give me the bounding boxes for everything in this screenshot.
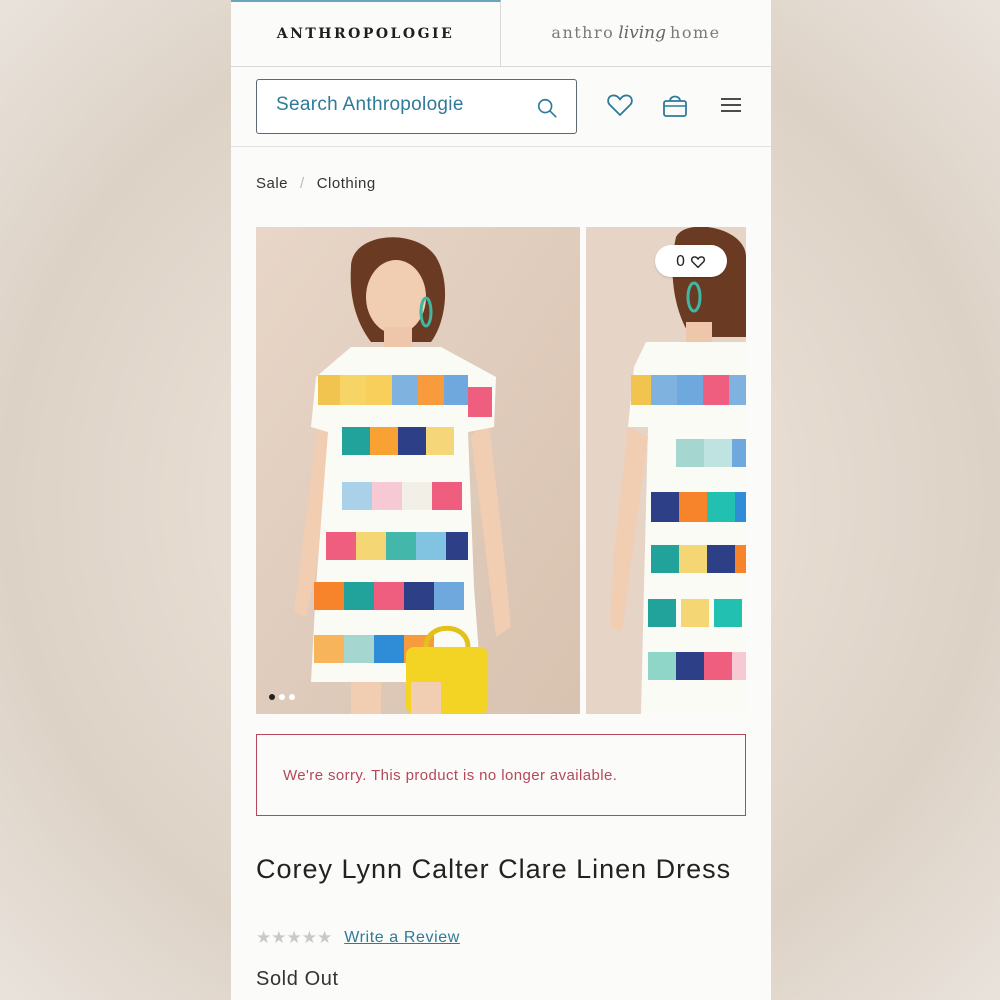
tab-anthropologie[interactable]: ANTHROPOLOGIE bbox=[231, 0, 501, 66]
gallery-dot[interactable] bbox=[289, 694, 295, 700]
alert-message: We're sorry. This product is no longer a… bbox=[283, 766, 618, 784]
product-image-main[interactable] bbox=[256, 227, 580, 714]
search-icon[interactable] bbox=[536, 97, 558, 119]
logo-anthro-text: anthro bbox=[551, 23, 615, 42]
brand-tabs: ANTHROPOLOGIE anthro living home bbox=[231, 0, 771, 67]
anthropologie-logo: ANTHROPOLOGIE bbox=[276, 26, 455, 42]
gallery-dot[interactable] bbox=[269, 694, 275, 700]
breadcrumb-clothing[interactable]: Clothing bbox=[317, 175, 376, 192]
like-button[interactable]: 0 bbox=[655, 245, 727, 277]
breadcrumb: Sale / Clothing bbox=[256, 175, 376, 192]
heart-icon[interactable] bbox=[605, 90, 635, 120]
dress-side-photo bbox=[586, 227, 746, 714]
dress-front-photo bbox=[256, 227, 580, 714]
product-title: Corey Lynn Calter Clare Linen Dress bbox=[256, 854, 732, 884]
star-rating: ★★★★★ bbox=[256, 928, 333, 948]
product-page: ANTHROPOLOGIE anthro living home Search An… bbox=[231, 0, 771, 1000]
gallery-pagination bbox=[269, 694, 295, 700]
header-bar: Search Anthropologie bbox=[231, 66, 771, 147]
gallery-dot[interactable] bbox=[279, 694, 285, 700]
stock-status: Sold Out bbox=[256, 968, 339, 990]
unavailable-alert: We're sorry. This product is no longer a… bbox=[256, 734, 746, 816]
heart-outline-icon bbox=[691, 255, 706, 268]
like-count: 0 bbox=[675, 252, 686, 270]
logo-home-text: home bbox=[670, 23, 721, 42]
shopping-bag-icon[interactable] bbox=[660, 90, 690, 120]
anthro-living-logo: anthro living home bbox=[551, 23, 720, 43]
breadcrumb-separator: / bbox=[300, 175, 305, 192]
tab-anthro-living-home[interactable]: anthro living home bbox=[501, 0, 771, 66]
write-review-link[interactable]: Write a Review bbox=[344, 929, 460, 947]
hamburger-menu-icon[interactable] bbox=[716, 90, 746, 120]
search-placeholder: Search Anthropologie bbox=[276, 94, 464, 115]
logo-living-text: living bbox=[618, 23, 667, 43]
product-image-secondary[interactable]: 0 bbox=[586, 227, 746, 714]
rating-row: ★★★★★ Write a Review bbox=[256, 928, 460, 948]
breadcrumb-sale[interactable]: Sale bbox=[256, 175, 288, 192]
search-input[interactable]: Search Anthropologie bbox=[256, 79, 577, 134]
